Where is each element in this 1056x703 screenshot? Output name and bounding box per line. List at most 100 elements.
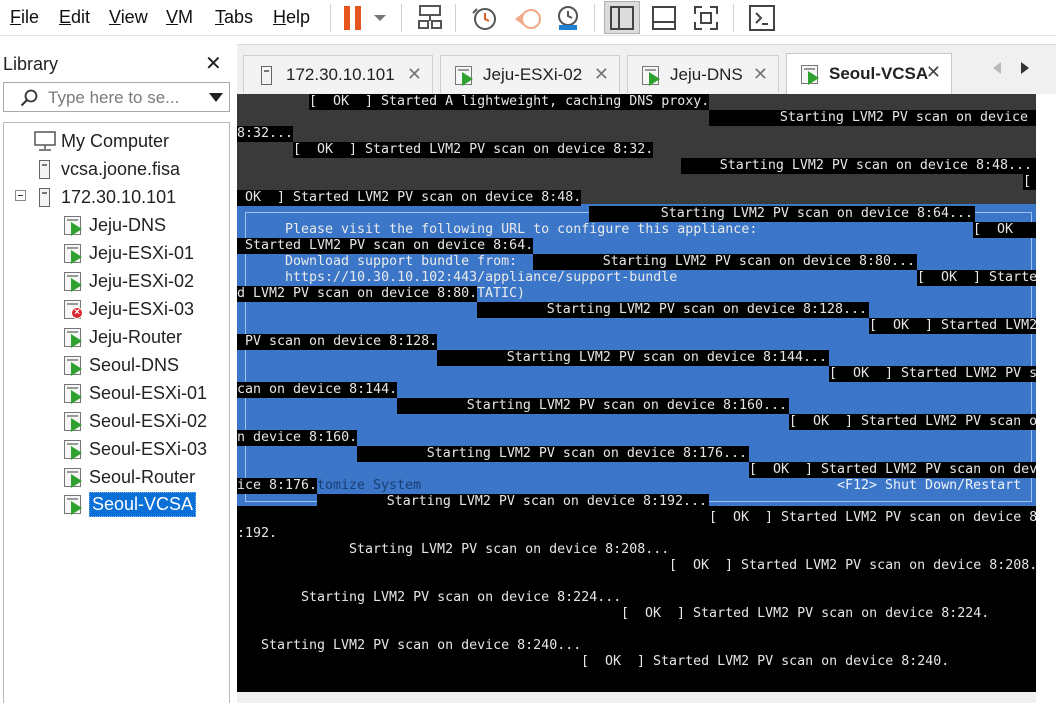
tree-item-jeju-router[interactable]: Jeju-Router xyxy=(62,324,182,350)
console-line: Starting LVM2 PV scan on device 8:176... xyxy=(357,446,749,462)
take-snapshot-button[interactable] xyxy=(466,1,502,34)
full-screen-button[interactable] xyxy=(688,1,724,34)
close-icon[interactable]: ✕ xyxy=(753,64,768,85)
tab-scroll-right-icon[interactable] xyxy=(1021,62,1029,74)
vm-running-icon xyxy=(799,63,821,85)
close-icon[interactable]: ✕ xyxy=(205,51,222,76)
console-line: Download support bundle from: xyxy=(285,254,518,269)
thumbnail-layout-icon xyxy=(652,5,676,30)
console-line: ice 8:176. xyxy=(237,478,318,494)
vm-running-icon xyxy=(62,410,84,432)
tab-172-30-10-101[interactable]: 172.30.10.101 ✕ xyxy=(243,55,433,93)
vm-running-icon xyxy=(62,354,84,376)
snapshot-manager-button[interactable] xyxy=(550,1,586,34)
tree-item-seoul-esxi-01[interactable]: Seoul-ESXi-01 xyxy=(62,380,207,406)
library-search[interactable] xyxy=(3,82,230,112)
host-icon xyxy=(34,186,56,208)
tree-expander-icon[interactable] xyxy=(15,190,26,201)
console-line: [ OK ] Started LVM2 PV scan on device 8:… xyxy=(581,654,950,670)
search-icon xyxy=(20,89,38,107)
tree-item-vcsa[interactable]: vcsa.joone.fisa xyxy=(34,156,180,182)
menu-file[interactable]: File xyxy=(10,7,39,28)
console-line: Starting LVM2 PV scan on device 8:128... xyxy=(477,302,869,318)
console-line: :192. xyxy=(237,526,278,542)
tree-item-jeju-esxi-01[interactable]: Jeju-ESXi-01 xyxy=(62,240,194,266)
snapshot-icon xyxy=(472,7,496,30)
console-line: d LVM2 PV scan on device 8:80. xyxy=(237,286,478,302)
console-line: n device 8:160. xyxy=(237,430,358,446)
host-icon xyxy=(256,64,278,86)
console-line: OK ] Started LVM2 PV scan on device 8:48… xyxy=(237,190,582,206)
tab-jeju-esxi-02[interactable]: Jeju-ESXi-02 ✕ xyxy=(440,55,620,93)
console-line: Starting LVM2 PV scan on device 8:192... xyxy=(317,494,709,510)
vm-running-icon xyxy=(62,493,84,515)
console-line: [ OK ] Started LVM2 PV scan o xyxy=(789,414,1036,430)
tree-item-seoul-esxi-02[interactable]: Seoul-ESXi-02 xyxy=(62,408,207,434)
console-line: Starting LVM2 PV scan on device 8:224... xyxy=(301,590,622,606)
tree-item-seoul-vcsa[interactable]: Seoul-VCSA xyxy=(62,491,197,517)
tree-item-seoul-router[interactable]: Seoul-Router xyxy=(62,464,195,490)
tree-item-seoul-esxi-03[interactable]: Seoul-ESXi-03 xyxy=(62,436,207,462)
console-line: [ OK ] Started A lightweight, caching DN… xyxy=(309,94,710,110)
vm-running-icon xyxy=(62,326,84,348)
console-line: [ xyxy=(1023,174,1036,190)
console-line: [ OK ] Started LVM2 PV scan on device 8:… xyxy=(669,558,1036,574)
tab-scroll-left-icon[interactable] xyxy=(993,62,1001,74)
tree-item-jeju-dns[interactable]: Jeju-DNS xyxy=(62,212,166,238)
menu-bar: File Edit View VM Tabs Help xyxy=(0,0,1056,36)
menu-vm[interactable]: VM xyxy=(166,7,193,28)
menu-help[interactable]: Help xyxy=(273,7,310,28)
close-icon[interactable]: ✕ xyxy=(407,64,422,85)
snapshot-manager-icon xyxy=(558,5,578,30)
console-line: [ OK ] Started LVM2 xyxy=(869,318,1036,334)
console-line: <F12> Shut Down/Restart xyxy=(837,478,1022,493)
full-screen-icon xyxy=(694,5,718,30)
chevron-down-icon[interactable] xyxy=(209,93,223,102)
console-line: [ OK ] Started LVM2 PV scan on device 8:… xyxy=(621,606,990,622)
menu-tabs[interactable]: Tabs xyxy=(215,7,253,28)
console-line: Starting LVM2 PV scan on device 8:160... xyxy=(397,398,789,414)
console-line: Starting LVM2 PV scan on device 8:240... xyxy=(261,638,582,654)
search-input[interactable] xyxy=(48,87,198,109)
console-line: Starting LVM2 PV scan on device 8:144... xyxy=(437,350,829,366)
thumbnail-bar-button[interactable] xyxy=(646,1,682,34)
send-keys-button[interactable] xyxy=(412,1,448,34)
tab-seoul-vcsa[interactable]: Seoul-VCSA ✕ xyxy=(786,53,952,94)
power-dropdown-button[interactable] xyxy=(370,1,390,34)
menu-view[interactable]: View xyxy=(109,7,148,28)
menu-edit[interactable]: Edit xyxy=(59,7,90,28)
revert-snapshot-button[interactable] xyxy=(510,1,546,34)
console-line: [ OK xyxy=(973,222,1036,238)
library-layout-icon xyxy=(610,5,634,30)
revert-snapshot-icon xyxy=(515,8,541,29)
library-tree: My Computer vcsa.joone.fisa 172.30.10.10… xyxy=(3,122,230,703)
tree-item-esxi-host[interactable]: 172.30.10.101 xyxy=(34,184,176,210)
status-bar xyxy=(237,692,1036,703)
show-library-button[interactable] xyxy=(604,1,640,34)
pause-button[interactable] xyxy=(338,1,368,34)
console-line: Starting LVM2 PV scan on device 8:48... xyxy=(681,158,1036,174)
toolbar-separator xyxy=(330,4,331,32)
vm-running-icon xyxy=(62,270,84,292)
console-view-button[interactable] xyxy=(744,1,780,34)
tree-item-jeju-esxi-02[interactable]: Jeju-ESXi-02 xyxy=(62,268,194,294)
tab-jeju-dns[interactable]: Jeju-DNS ✕ xyxy=(627,55,779,93)
console-line: Started LVM2 PV scan on device 8:64. xyxy=(237,238,534,254)
close-icon[interactable]: ✕ xyxy=(594,64,609,85)
network-icon xyxy=(418,4,442,29)
toolbar-separator xyxy=(401,4,402,32)
close-icon[interactable]: ✕ xyxy=(926,62,941,83)
vm-console[interactable]: [ OK ] Started A lightweight, caching DN… xyxy=(237,94,1036,692)
tree-item-seoul-dns[interactable]: Seoul-DNS xyxy=(62,352,179,378)
library-title: Library xyxy=(3,54,59,74)
vm-running-icon xyxy=(640,64,662,86)
console-line: Starting LVM2 PV scan on device 8:80... xyxy=(533,254,917,270)
computer-icon xyxy=(34,130,56,152)
console-line: TATIC) xyxy=(477,286,526,301)
vm-error-icon: × xyxy=(62,298,84,320)
vm-running-icon xyxy=(62,466,84,488)
vm-running-icon xyxy=(62,214,84,236)
tree-item-my-computer[interactable]: My Computer xyxy=(34,128,169,154)
tree-item-jeju-esxi-03[interactable]: × Jeju-ESXi-03 xyxy=(62,296,194,322)
toolbar-separator xyxy=(594,4,595,32)
